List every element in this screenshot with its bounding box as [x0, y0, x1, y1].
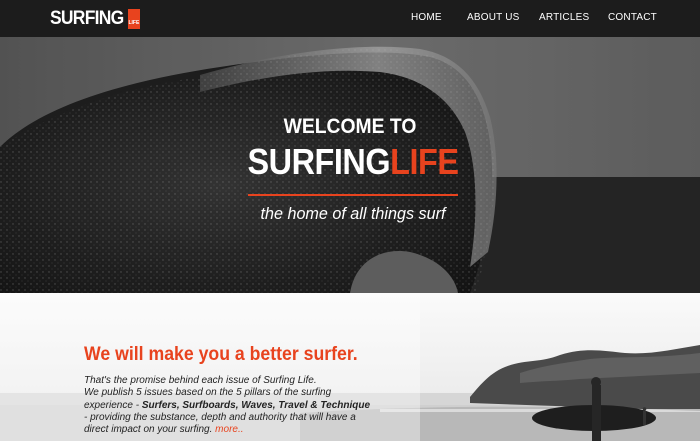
- intro-heading: We will make you a better surfer.: [84, 344, 358, 365]
- hero-banner: WELCOME TO SURFINGLIFE the home of all t…: [0, 37, 700, 293]
- nav-item-articles[interactable]: ARTICLES: [539, 12, 589, 23]
- hero-divider: [248, 194, 458, 196]
- hero-pretitle: WELCOME TO: [283, 115, 417, 138]
- intro-pillars: Surfers, Surfboards, Waves, Travel & Tec…: [141, 399, 371, 411]
- nav-item-contact[interactable]: CONTACT: [608, 12, 657, 23]
- more-link[interactable]: more..: [215, 424, 243, 435]
- nav-item-about-us[interactable]: ABOUT US: [467, 12, 520, 23]
- intro-line-1: That's the promise behind each issue of …: [84, 375, 317, 386]
- hero-tagline: the home of all things surf: [260, 204, 446, 223]
- logo-wordmark: SURFING: [50, 8, 124, 29]
- intro-body: That's the promise behind each issue of …: [84, 375, 374, 436]
- site-logo[interactable]: SURFING LIFE: [50, 9, 140, 29]
- top-nav: SURFING LIFE HOME ABOUT US ARTICLES CONT…: [0, 0, 700, 37]
- hero-title-accent: LIFE: [390, 141, 459, 182]
- hero-title: SURFINGLIFE: [35, 141, 670, 183]
- nav-item-home[interactable]: HOME: [411, 12, 442, 23]
- hero-title-main: SURFING: [247, 141, 391, 182]
- logo-badge: LIFE: [127, 9, 140, 29]
- intro-section: We will make you a better surfer. That's…: [0, 293, 700, 441]
